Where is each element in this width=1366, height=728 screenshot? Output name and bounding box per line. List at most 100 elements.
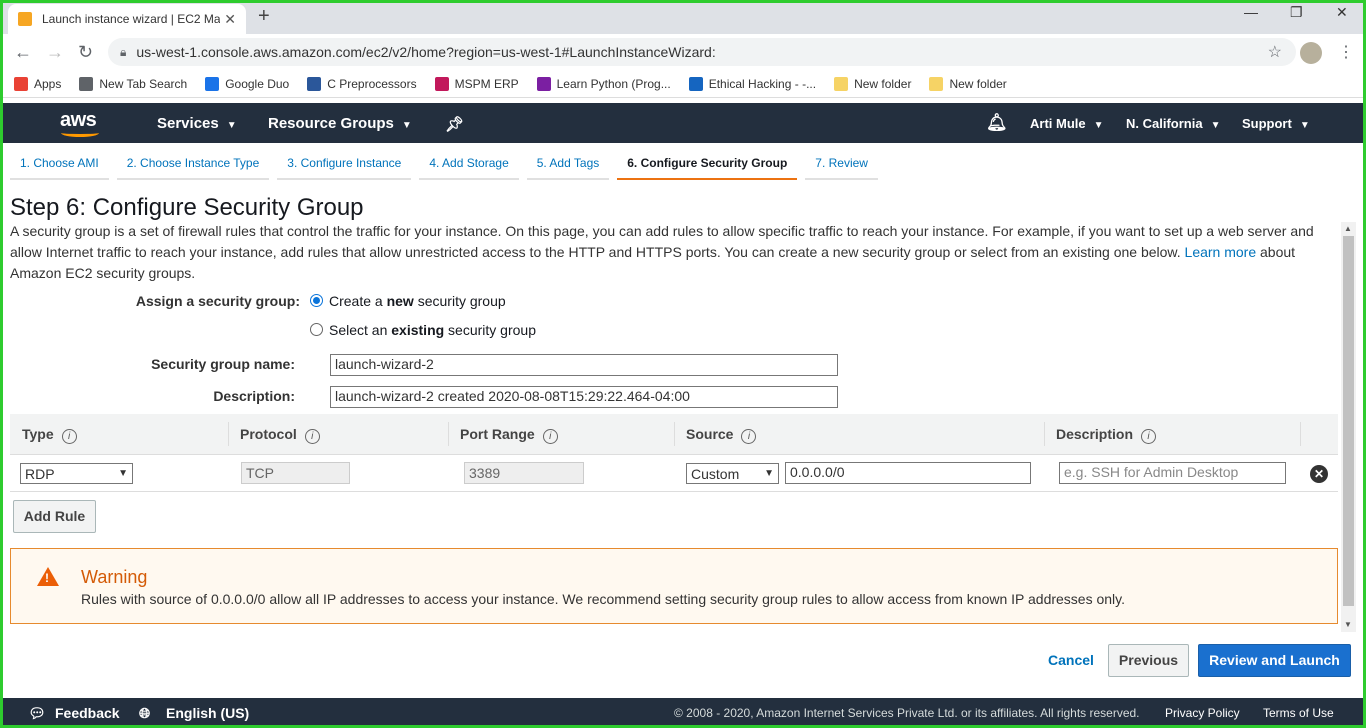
info-icon[interactable]: i [304, 429, 320, 444]
close-tab-icon[interactable]: ✕ [224, 11, 236, 28]
option-new-bold: new [386, 293, 414, 309]
bookmark-label: C Preprocessors [327, 76, 417, 91]
rule-source-select[interactable]: Custom ▼ [686, 463, 779, 484]
warning-title: Warning [81, 567, 148, 587]
rule-source-input[interactable]: 0.0.0.0/0 [785, 462, 1031, 484]
bookmark-label: New folder [949, 76, 1007, 91]
step-configure-instance[interactable]: 3. Configure Instance [277, 150, 412, 180]
vertical-scrollbar[interactable]: ▲ ▼ [1341, 222, 1356, 632]
folder-icon [834, 76, 849, 91]
description-input[interactable]: launch-wizard-2 created 2020-08-08T15:29… [330, 386, 838, 408]
lock-icon: 🔒︎ [120, 44, 127, 59]
col-protocol-label: Protocol [240, 426, 297, 442]
reload-icon[interactable]: ↻ [78, 42, 93, 63]
s-icon [688, 76, 703, 91]
step-configure-security-group[interactable]: 6. Configure Security Group [617, 150, 798, 180]
column-divider [1300, 422, 1301, 446]
restore-icon[interactable]: ❐ [1290, 4, 1303, 21]
radio-new-group[interactable]: Create a new security group [310, 293, 506, 309]
step-add-storage[interactable]: 4. Add Storage [419, 150, 519, 180]
bookmark-item[interactable]: MSPM ERP [434, 76, 519, 91]
browser-menu-icon[interactable]: ⋮ [1338, 42, 1354, 62]
column-divider [1044, 422, 1045, 446]
security-group-name-label: Security group name: [151, 356, 295, 372]
cancel-link[interactable]: Cancel [1048, 652, 1094, 668]
step-review[interactable]: 7. Review [805, 150, 878, 180]
learn-more-link[interactable]: Learn more [1185, 244, 1257, 260]
browser-tab[interactable]: Launch instance wizard | EC2 Ma ✕ [8, 4, 246, 34]
terms-of-use-link[interactable]: Terms of Use [1263, 706, 1334, 720]
search-icon [79, 76, 94, 91]
rule-type-select[interactable]: RDP ▼ [20, 463, 133, 484]
scroll-down-icon[interactable]: ▼ [1344, 620, 1352, 629]
feedback-link[interactable]: Feedback [55, 705, 120, 721]
step-choose-instance-type[interactable]: 2. Choose Instance Type [116, 150, 270, 180]
bookmark-item[interactable]: New Tab Search [79, 76, 187, 91]
option-existing-post: security group [444, 322, 536, 338]
radio-unselected-icon[interactable] [310, 323, 323, 336]
chevron-down-icon: ▼ [118, 468, 128, 479]
chevron-down-icon: ▼ [401, 120, 412, 131]
folder-icon [929, 76, 944, 91]
radio-existing-group[interactable]: Select an existing security group [310, 322, 536, 338]
resource-groups-menu[interactable]: Resource Groups ▼ [268, 115, 412, 132]
bell-icon[interactable]: 🔔︎ [986, 113, 1008, 133]
privacy-policy-link[interactable]: Privacy Policy [1165, 706, 1240, 720]
rules-table-header: Type i Protocol i Port Range i Source i Desc… [10, 414, 1338, 455]
bookmark-star-icon[interactable]: ☆ [1268, 42, 1282, 62]
omnibox[interactable]: 🔒︎ us-west-1.console.aws.amazon.com/ec2/… [108, 38, 1296, 66]
aws-smile-icon [61, 129, 99, 137]
remove-rule-icon[interactable]: ✕ [1310, 465, 1328, 483]
scroll-up-icon[interactable]: ▲ [1344, 224, 1352, 233]
radio-selected-icon[interactable] [310, 294, 323, 307]
bookmark-item[interactable]: Google Duo [205, 76, 289, 91]
aws-navbar: aws Services ▼ Resource Groups ▼ 📌︎ 🔔︎ Art… [0, 103, 1366, 143]
rule-description-input[interactable]: e.g. SSH for Admin Desktop [1059, 462, 1286, 484]
back-icon[interactable]: ← [14, 42, 32, 63]
info-icon[interactable]: i [741, 429, 757, 444]
review-and-launch-button[interactable]: Review and Launch [1198, 644, 1351, 677]
info-icon[interactable]: i [61, 429, 77, 444]
scrollbar-thumb[interactable] [1343, 236, 1354, 606]
feedback-icon[interactable]: 💬︎ [28, 705, 46, 722]
bookmark-label: Apps [34, 76, 62, 91]
support-menu[interactable]: Support ▼ [1242, 116, 1310, 131]
bookmark-item[interactable]: Learn Python (Prog... [536, 76, 671, 91]
bookmark-item[interactable]: New folder [834, 76, 911, 91]
warning-alert: ! Warning Rules with source of 0.0.0.0/0… [10, 548, 1338, 624]
step-choose-ami[interactable]: 1. Choose AMI [10, 150, 109, 180]
bookmark-label: Learn Python (Prog... [556, 76, 671, 91]
bookmark-item[interactable]: New folder [929, 76, 1007, 91]
globe-icon[interactable]: 🌐︎ [139, 705, 150, 722]
account-menu[interactable]: Arti Mule ▼ [1030, 116, 1104, 131]
bookmark-item[interactable]: C Preprocessors [307, 76, 417, 91]
forward-icon[interactable]: → [46, 42, 64, 63]
add-rule-button[interactable]: Add Rule [13, 500, 96, 533]
col-description: Description i [1056, 426, 1157, 444]
language-selector[interactable]: English (US) [166, 705, 249, 721]
pin-icon[interactable]: 📌︎ [445, 115, 464, 133]
bookmark-item[interactable]: Apps [14, 76, 62, 91]
services-menu[interactable]: Services ▼ [157, 115, 237, 132]
bookmark-item[interactable]: Ethical Hacking - -... [688, 76, 816, 91]
intro-text: A security group is a set of firewall ru… [10, 221, 1330, 284]
mspm-icon [434, 76, 449, 91]
info-icon[interactable]: i [1141, 429, 1157, 444]
chevron-down-icon: ▼ [226, 120, 237, 131]
step-add-tags[interactable]: 5. Add Tags [526, 150, 610, 180]
option-new-pre: Create a [329, 293, 387, 309]
close-window-icon[interactable]: ✕ [1336, 4, 1348, 21]
minimize-icon[interactable]: — [1244, 4, 1258, 20]
warning-text: Rules with source of 0.0.0.0/0 allow all… [81, 591, 1126, 607]
profile-avatar[interactable] [1300, 42, 1322, 64]
previous-button[interactable]: Previous [1108, 644, 1189, 677]
column-divider [674, 422, 675, 446]
security-group-name-input[interactable]: launch-wizard-2 [330, 354, 838, 376]
address-toolbar: ← → ↻ 🔒︎ us-west-1.console.aws.amazon.co… [0, 34, 1366, 70]
info-icon[interactable]: i [542, 429, 558, 444]
aws-logo[interactable]: aws [60, 109, 99, 137]
apps-grid-icon [14, 76, 28, 91]
new-tab-icon[interactable]: + [258, 5, 270, 28]
region-menu[interactable]: N. California ▼ [1126, 116, 1220, 131]
rule-type-value: RDP [25, 465, 55, 482]
